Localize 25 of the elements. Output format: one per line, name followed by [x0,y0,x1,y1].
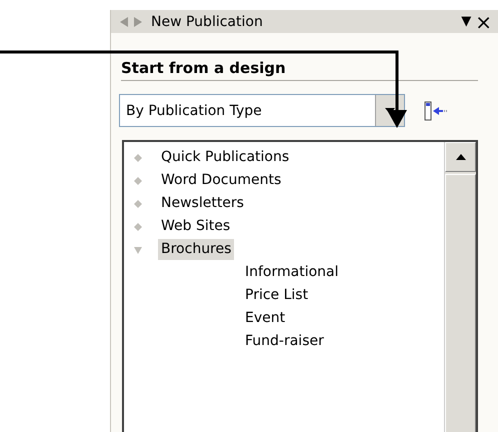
pane-menu-button[interactable]: ▼ [461,14,472,29]
close-button[interactable]: × [475,12,492,32]
category-item[interactable]: Quick Publications [158,147,292,168]
subcategory-item[interactable]: Price List [242,285,312,306]
subcategory-item[interactable]: Informational [242,262,342,283]
category-item[interactable]: Brochures [158,239,234,260]
pane-title: New Publication [151,14,264,30]
scroll-up-button[interactable] [445,142,476,172]
diamond-bullet-icon[interactable] [132,152,144,164]
forward-arrow-icon[interactable] [133,16,143,28]
section-heading: Start from a design [121,59,478,81]
diamond-bullet-icon[interactable] [132,220,144,232]
category-item[interactable]: Word Documents [158,170,284,191]
back-arrow-icon[interactable] [119,16,129,28]
scrollbar[interactable] [444,142,476,432]
category-item[interactable]: Web Sites [158,216,234,237]
diamond-bullet-icon[interactable] [132,198,144,210]
up-arrow-icon [456,154,466,160]
publication-type-dropdown[interactable]: By Publication Type [119,94,405,127]
subcategory-item[interactable]: Event [242,308,288,329]
diamond-bullet-icon[interactable] [132,174,144,186]
dock-pane-icon[interactable] [424,100,448,120]
subcategory-item[interactable]: Fund-raiser [242,331,327,352]
dropdown-value: By Publication Type [125,102,263,120]
category-item[interactable]: Newsletters [158,193,247,214]
